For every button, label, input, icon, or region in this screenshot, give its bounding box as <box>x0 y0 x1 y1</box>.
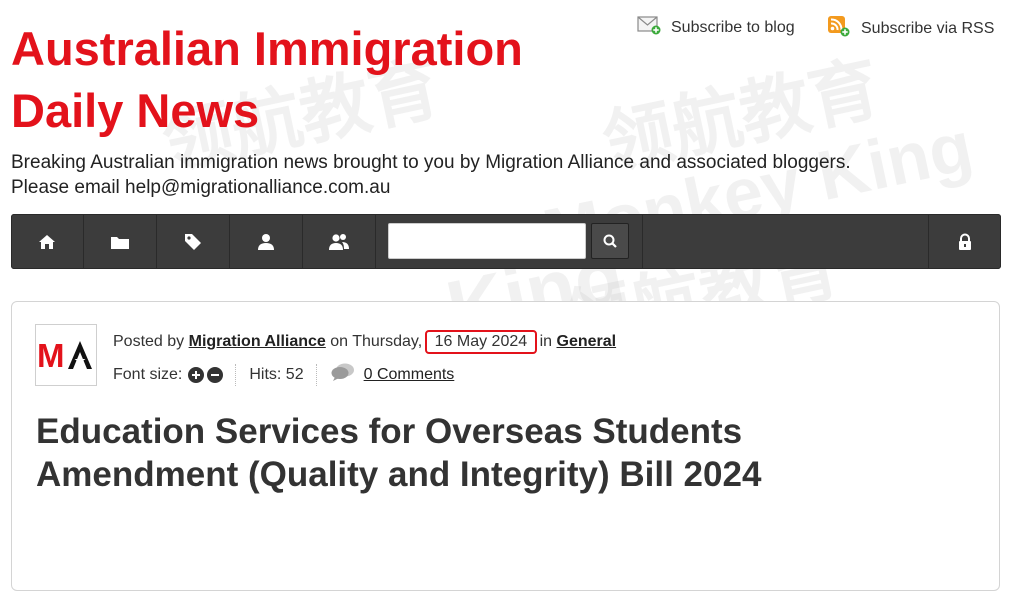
email-subscribe-icon <box>637 15 661 40</box>
subscribe-blog-link[interactable]: Subscribe to blog <box>637 15 795 40</box>
nav-tags-button[interactable] <box>157 214 230 269</box>
author-avatar[interactable]: M <box>35 324 97 386</box>
folder-icon <box>111 236 129 249</box>
post-date: 16 May 2024 <box>424 330 538 354</box>
font-size-label: Font size: <box>113 365 183 383</box>
tagline-line1: Breaking Australian immigration news bro… <box>11 152 851 173</box>
search-icon <box>603 234 617 248</box>
font-decrease-icon[interactable] <box>207 366 224 383</box>
post-meta: Posted by Migration Alliance on Thursday… <box>113 330 616 354</box>
post-tools: Font size: Hits: 52 0 Comments <box>113 362 454 387</box>
site-tagline: Breaking Australian immigration news bro… <box>11 150 1001 200</box>
lock-icon <box>959 233 971 250</box>
tag-icon <box>185 233 201 250</box>
comments-icon <box>330 362 356 387</box>
hits-count: Hits: 52 <box>249 365 304 383</box>
posted-by-label: Posted by <box>113 333 185 350</box>
site-title-line2: Daily News <box>11 84 260 137</box>
site-title-line1: Australian Immigration <box>11 22 523 75</box>
home-icon <box>39 234 55 249</box>
tagline-line2: Please email help@migrationalliance.com.… <box>11 177 391 198</box>
main-nav-bar <box>11 214 1001 269</box>
user-icon <box>258 233 274 250</box>
nav-bloggers-button[interactable] <box>230 214 303 269</box>
nav-categories-button[interactable] <box>84 214 157 269</box>
rss-icon <box>827 15 851 42</box>
meta-divider <box>315 363 318 386</box>
subscribe-blog-label: Subscribe to blog <box>671 18 795 36</box>
comments-link[interactable]: 0 Comments <box>364 366 455 384</box>
subscribe-rss-label: Subscribe via RSS <box>861 19 995 37</box>
search-button[interactable] <box>591 223 629 259</box>
site-title[interactable]: Australian Immigration Daily News <box>11 18 651 142</box>
font-increase-icon[interactable] <box>188 366 205 383</box>
category-link[interactable]: General <box>557 333 617 350</box>
post-day-label: on Thursday, <box>330 333 423 350</box>
subscribe-rss-link[interactable]: Subscribe via RSS <box>827 15 994 42</box>
users-icon <box>329 233 349 250</box>
svg-text:M: M <box>37 337 65 374</box>
nav-home-button[interactable] <box>11 214 84 269</box>
author-link[interactable]: Migration Alliance <box>189 333 326 350</box>
search-input[interactable] <box>388 223 586 259</box>
migration-alliance-logo: M <box>37 337 92 374</box>
article-title[interactable]: Education Services for Overseas Students… <box>36 410 936 496</box>
meta-divider <box>235 363 237 386</box>
in-label: in <box>539 333 553 350</box>
nav-divider <box>642 214 643 269</box>
nav-teams-button[interactable] <box>303 214 376 269</box>
nav-login-button[interactable] <box>928 214 1001 269</box>
